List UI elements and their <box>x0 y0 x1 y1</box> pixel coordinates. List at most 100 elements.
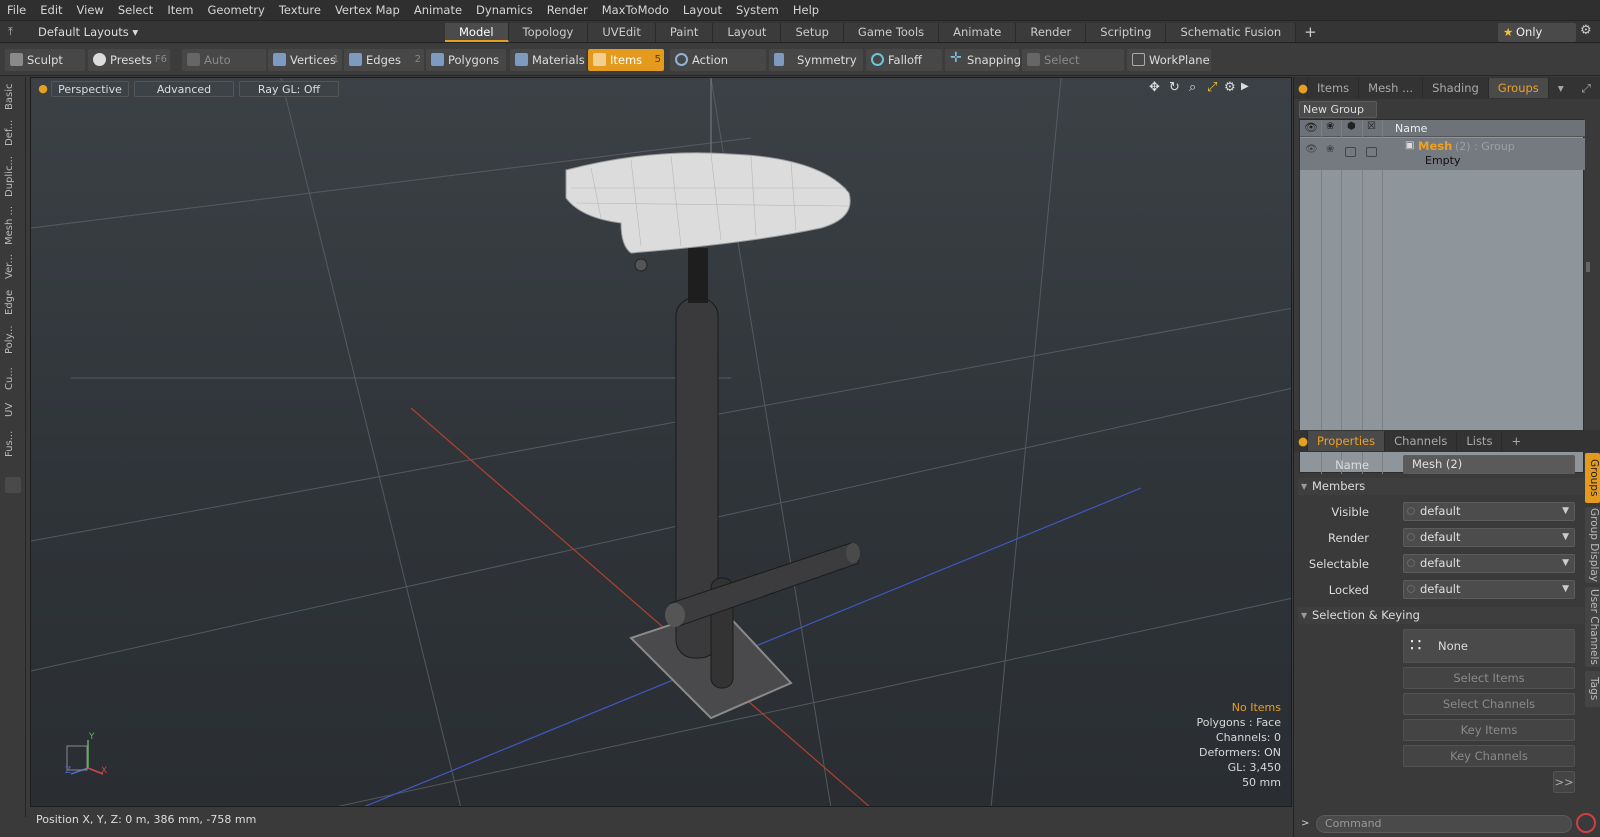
only-button[interactable]: ★ Only <box>1498 23 1576 42</box>
row-lock-checkbox[interactable] <box>1366 147 1377 157</box>
add-tab-icon[interactable]: + <box>1502 431 1530 451</box>
snapping-button[interactable]: ✛ Snapping <box>945 49 1021 71</box>
left-tab-fusion[interactable]: Fus... <box>4 425 22 463</box>
symmetry-button[interactable]: Symmetry <box>769 49 863 71</box>
tab-mesh[interactable]: Mesh ... <box>1359 78 1424 98</box>
menu-render[interactable]: Render <box>540 0 595 21</box>
more-button[interactable]: >> <box>1553 771 1575 793</box>
vertices-button[interactable]: Vertices 1 <box>268 49 342 71</box>
row-render-icon[interactable]: ❀ <box>1326 144 1334 155</box>
name-field[interactable]: Mesh (2) <box>1403 455 1575 474</box>
select-through-button[interactable]: Select Through <box>1022 49 1124 89</box>
locked-dropdown[interactable]: default ▼ <box>1403 580 1575 599</box>
menu-dynamics[interactable]: Dynamics <box>469 0 540 21</box>
record-icon[interactable] <box>1576 813 1596 833</box>
menu-animate[interactable]: Animate <box>407 0 469 21</box>
tab-channels[interactable]: Channels <box>1385 431 1458 451</box>
tab-layout[interactable]: Layout <box>713 23 782 42</box>
fit-view-icon[interactable]: ⤢ <box>1207 80 1217 95</box>
add-tab-icon[interactable]: + <box>1296 23 1325 42</box>
render-dropdown[interactable]: default ▼ <box>1403 528 1575 547</box>
visible-dropdown[interactable]: default ▼ <box>1403 502 1575 521</box>
menu-item[interactable]: Item <box>160 0 200 21</box>
menu-edit[interactable]: Edit <box>33 0 69 21</box>
side-tab-tags[interactable]: Tags <box>1585 671 1600 707</box>
tab-items[interactable]: Items <box>1308 78 1360 98</box>
new-group-button[interactable]: New Group <box>1299 101 1377 118</box>
tab-setup[interactable]: Setup <box>781 23 844 42</box>
render-icon[interactable]: ❀ <box>1326 121 1334 132</box>
action-center-button[interactable]: Action Center <box>670 49 766 89</box>
select-items-button[interactable]: Select Items <box>1403 667 1575 689</box>
side-tab-groups[interactable]: Groups <box>1585 453 1600 503</box>
visibility-eye-icon[interactable]: 👁 <box>1304 121 1318 134</box>
menu-maxtomodo[interactable]: MaxToModo <box>595 0 676 21</box>
select-icon[interactable]: ⬢ <box>1347 121 1356 132</box>
edges-button[interactable]: Edges 2 <box>344 49 424 71</box>
menu-file[interactable]: File <box>0 0 33 21</box>
3d-viewport[interactable]: ● Perspective Advanced Ray GL: Off ✥ ↻ ⌕… <box>30 77 1292 807</box>
viewport-expand-icon[interactable]: ▶ <box>1241 81 1249 92</box>
menu-texture[interactable]: Texture <box>272 0 328 21</box>
menu-geometry[interactable]: Geometry <box>201 0 272 21</box>
menu-layout[interactable]: Layout <box>676 0 729 21</box>
group-row-mesh[interactable]: 👁 ❀ ▣ Mesh (2) : Group Empty <box>1300 138 1585 170</box>
left-tab-curve[interactable]: Cu... <box>4 363 22 395</box>
viewport-gear-icon[interactable]: ⚙ <box>1224 80 1236 95</box>
move-view-icon[interactable]: ✥ <box>1149 80 1160 95</box>
tab-uvedit[interactable]: UVEdit <box>588 23 656 42</box>
selection-none-button[interactable]: ∷ None <box>1403 629 1575 663</box>
left-tab-polygon[interactable]: Poly... <box>4 321 22 359</box>
falloff-button[interactable]: Falloff <box>866 49 942 71</box>
rotate-view-icon[interactable]: ↻ <box>1169 80 1180 95</box>
raygl-button[interactable]: Ray GL: Off <box>239 81 339 97</box>
sculpt-button[interactable]: Sculpt <box>5 49 85 71</box>
selectable-dropdown[interactable]: default ▼ <box>1403 554 1575 573</box>
materials-button[interactable]: Materials <box>510 49 586 71</box>
left-tab-vertex[interactable]: Ver... <box>4 251 22 283</box>
members-section[interactable]: ▼ Members <box>1298 478 1584 495</box>
tab-lists[interactable]: Lists <box>1457 431 1503 451</box>
side-tab-group-display[interactable]: Group Display <box>1585 507 1600 583</box>
tab-model[interactable]: Model <box>445 23 509 42</box>
select-channels-button[interactable]: Select Channels <box>1403 693 1575 715</box>
left-tab-mesh[interactable]: Mesh ... <box>4 203 22 247</box>
menu-view[interactable]: View <box>70 0 111 21</box>
zoom-view-icon[interactable]: ⌕ <box>1189 80 1196 95</box>
lock-icon[interactable]: ☒ <box>1367 121 1376 132</box>
tab-topology[interactable]: Topology <box>508 23 589 42</box>
menu-help[interactable]: Help <box>786 0 826 21</box>
left-tab-basic[interactable]: Basic <box>4 81 22 113</box>
left-tab-duplicate[interactable]: Duplic... <box>4 155 22 199</box>
presets-button[interactable]: Presets F6 <box>88 49 170 71</box>
items-button[interactable]: Items 5 <box>588 49 664 71</box>
layout-arrow-icon[interactable]: ⤒ <box>8 25 13 39</box>
left-strip-toggle[interactable] <box>5 477 21 493</box>
perspective-button[interactable]: Perspective <box>51 81 129 97</box>
workplane-button[interactable]: WorkPlane <box>1127 49 1211 71</box>
advanced-button[interactable]: Advanced <box>134 81 234 97</box>
side-tab-user-channels[interactable]: User Channels <box>1585 587 1600 667</box>
viewport-menu-icon[interactable]: ● <box>36 81 50 97</box>
menu-system[interactable]: System <box>729 0 786 21</box>
gear-icon[interactable]: ⚙ <box>1580 23 1592 38</box>
tabs-dropdown-icon[interactable]: ▾ <box>1549 78 1573 98</box>
tab-properties[interactable]: Properties <box>1308 431 1386 451</box>
row-select-checkbox[interactable] <box>1345 147 1356 157</box>
row-eye-icon[interactable]: 👁 <box>1305 144 1318 155</box>
tab-groups[interactable]: Groups <box>1488 78 1549 98</box>
tab-paint[interactable]: Paint <box>655 23 714 42</box>
menu-select[interactable]: Select <box>111 0 160 21</box>
layout-select[interactable]: Default Layouts ▾ <box>38 21 138 43</box>
list-scrollbar[interactable] <box>1586 262 1590 272</box>
command-input[interactable]: Command <box>1316 815 1572 833</box>
panel-menu-icon[interactable]: ● <box>1294 78 1308 98</box>
left-tab-deform[interactable]: Def... <box>4 117 22 149</box>
left-tab-uv[interactable]: UV <box>4 399 22 421</box>
tab-schematic-fusion[interactable]: Schematic Fusion <box>1166 23 1297 42</box>
tab-animate[interactable]: Animate <box>939 23 1017 42</box>
key-items-button[interactable]: Key Items <box>1403 719 1575 741</box>
tab-shading[interactable]: Shading <box>1423 78 1489 98</box>
selection-keying-section[interactable]: ▼ Selection & Keying <box>1298 607 1584 624</box>
auto-select-button[interactable]: Auto Select <box>182 49 266 89</box>
